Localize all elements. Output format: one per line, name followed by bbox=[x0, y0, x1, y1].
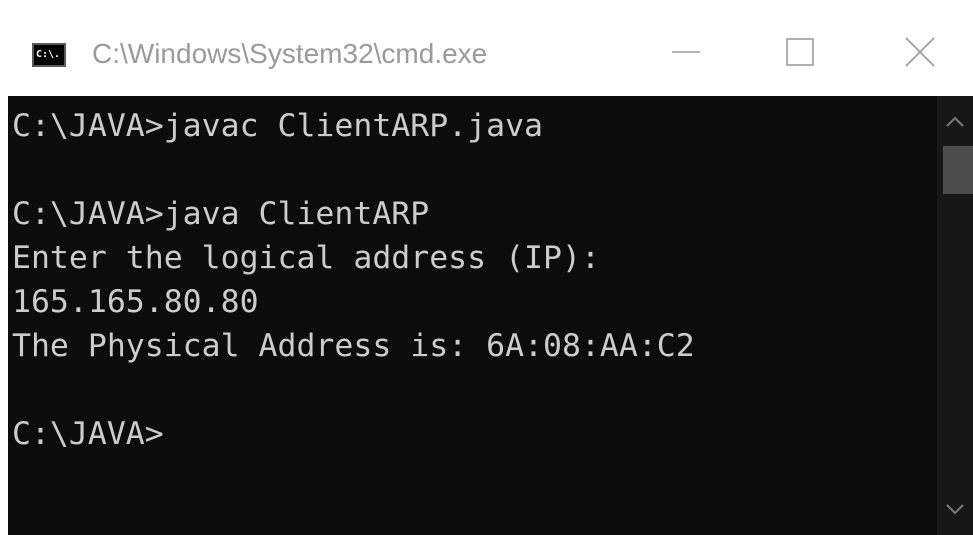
minimize-icon bbox=[672, 51, 700, 53]
cmd-app-icon-label: C:\. bbox=[36, 49, 61, 60]
cmd-app-icon[interactable]: C:\. bbox=[32, 43, 66, 67]
chevron-up-icon bbox=[946, 116, 964, 127]
terminal-line: C:\JAVA>java ClientARP bbox=[12, 196, 430, 232]
scroll-down-button[interactable] bbox=[937, 485, 973, 535]
scrollbar-thumb[interactable] bbox=[943, 146, 973, 194]
terminal-output[interactable]: C:\JAVA>javac ClientARP.java C:\JAVA>jav… bbox=[8, 96, 937, 535]
minimize-button[interactable] bbox=[664, 30, 708, 74]
title-bar[interactable]: C:\. C:\Windows\System32\cmd.exe bbox=[8, 0, 973, 96]
window-title: C:\Windows\System32\cmd.exe bbox=[92, 38, 488, 69]
vertical-scrollbar[interactable] bbox=[937, 96, 973, 535]
terminal-line: Enter the logical address (IP): bbox=[12, 240, 600, 276]
terminal-line: 165.165.80.80 bbox=[12, 284, 259, 320]
chevron-down-icon bbox=[946, 504, 964, 515]
cmd-window: C:\. C:\Windows\System32\cmd.exe C:\JAVA… bbox=[8, 0, 973, 535]
scroll-up-button[interactable] bbox=[937, 96, 973, 146]
close-icon bbox=[905, 37, 935, 67]
maximize-icon bbox=[786, 38, 814, 66]
maximize-button[interactable] bbox=[778, 30, 822, 74]
close-button[interactable] bbox=[898, 30, 942, 74]
terminal-line: C:\JAVA>javac ClientARP.java bbox=[12, 108, 544, 144]
terminal-line: C:\JAVA> bbox=[12, 416, 164, 452]
terminal-line: The Physical Address is: 6A:08:AA:C2 bbox=[12, 328, 695, 364]
